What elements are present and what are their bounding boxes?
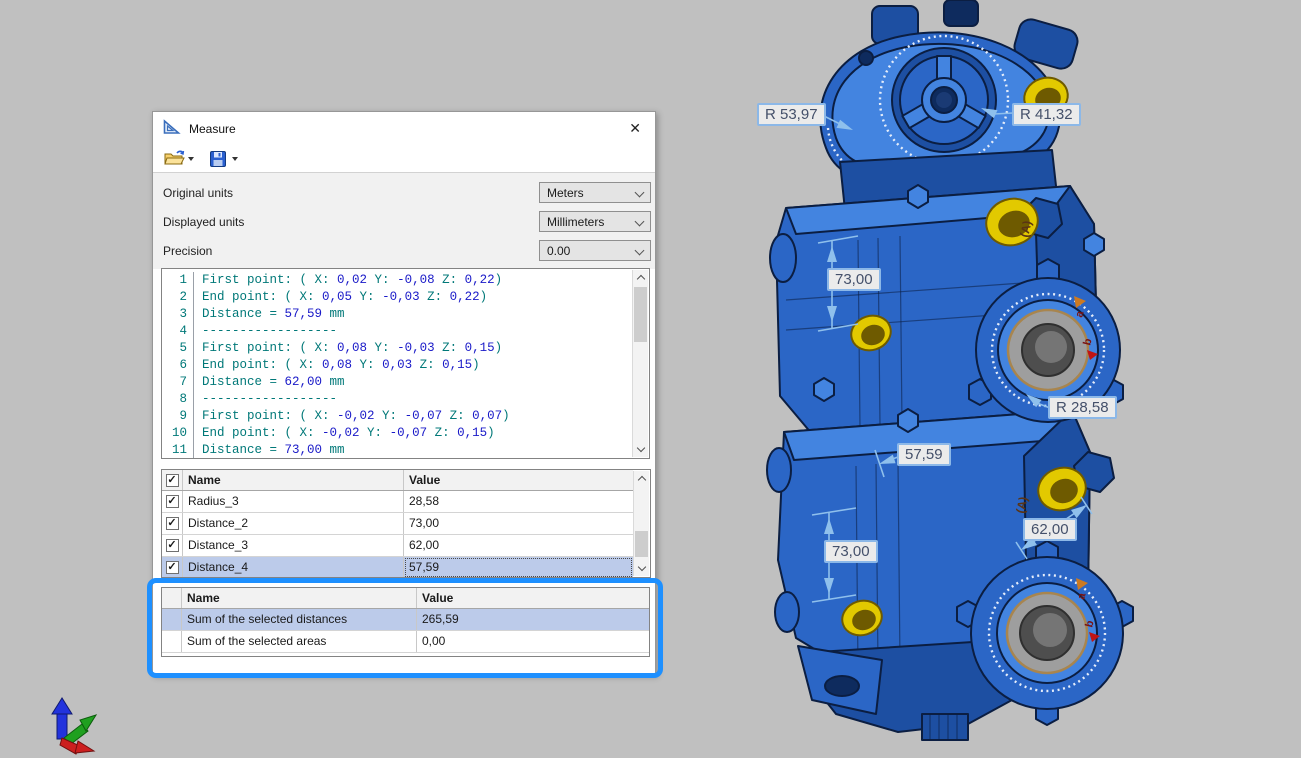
measurement-log[interactable]: 1First point: ( X: 0,02 Y: -0,08 Z: 0,22… bbox=[161, 268, 650, 459]
summary-value: 265,59 bbox=[417, 609, 649, 630]
precision-value: 0.00 bbox=[547, 244, 570, 258]
log-scrollbar[interactable] bbox=[632, 270, 648, 457]
scroll-down-button[interactable] bbox=[634, 561, 649, 576]
measurement-value: 73,00 bbox=[404, 513, 633, 534]
measure-icon bbox=[163, 119, 181, 138]
measure-dialog: Measure ✕ Original units M bbox=[152, 111, 656, 675]
scroll-up-button[interactable] bbox=[633, 270, 648, 285]
save-caret-icon[interactable] bbox=[232, 157, 238, 161]
value-column-header: Value bbox=[417, 588, 649, 608]
select-all-checkbox[interactable]: ✓ bbox=[162, 470, 183, 490]
measurement-row[interactable]: ✓Distance_362,00 bbox=[162, 535, 633, 557]
open-button[interactable] bbox=[162, 148, 186, 170]
measurement-row[interactable]: ✓Radius_328,58 bbox=[162, 491, 633, 513]
scroll-up-button[interactable] bbox=[634, 471, 649, 486]
scroll-down-button[interactable] bbox=[633, 442, 648, 457]
original-units-value: Meters bbox=[547, 186, 584, 200]
summary-row[interactable]: Sum of the selected areas0,00 bbox=[162, 631, 649, 653]
measurement-value: 28,58 bbox=[404, 491, 633, 512]
log-line: 2End point: ( X: 0,05 Y: -0,03 Z: 0,22) bbox=[162, 289, 649, 306]
dimension-label-radius-3[interactable]: R 28,58 bbox=[1048, 396, 1117, 419]
log-line: 10End point: ( X: -0,02 Y: -0,07 Z: 0,15… bbox=[162, 425, 649, 442]
row-checkbox[interactable]: ✓ bbox=[162, 557, 183, 578]
log-line: 9First point: ( X: -0,02 Y: -0,07 Z: 0,0… bbox=[162, 408, 649, 425]
chevron-down-icon bbox=[635, 246, 645, 256]
log-line: 11Distance = 73,00 mm bbox=[162, 442, 649, 459]
open-caret-icon[interactable] bbox=[188, 157, 194, 161]
chevron-down-icon bbox=[635, 217, 645, 227]
summary-row[interactable]: Sum of the selected distances265,59 bbox=[162, 609, 649, 631]
xyz-triad-icon[interactable] bbox=[52, 698, 96, 754]
summary-name: Sum of the selected areas bbox=[182, 631, 417, 652]
measurement-row[interactable]: ✓Distance_273,00 bbox=[162, 513, 633, 535]
results-scrollbar[interactable] bbox=[633, 471, 649, 576]
dimension-label-distance-2b[interactable]: 73,00 bbox=[824, 540, 878, 563]
summary-header-spacer bbox=[162, 588, 182, 608]
precision-dropdown[interactable]: 0.00 bbox=[539, 240, 651, 261]
summary-table-header: Name Value bbox=[162, 588, 649, 609]
original-units-dropdown[interactable]: Meters bbox=[539, 182, 651, 203]
log-line: 1First point: ( X: 0,02 Y: -0,08 Z: 0,22… bbox=[162, 272, 649, 289]
log-line: 5First point: ( X: 0,08 Y: -0,03 Z: 0,15… bbox=[162, 340, 649, 357]
measurement-value: 57,59 bbox=[404, 557, 633, 578]
dialog-titlebar[interactable]: Measure ✕ bbox=[153, 112, 655, 145]
row-checkbox[interactable]: ✓ bbox=[162, 513, 183, 534]
scrollbar-thumb[interactable] bbox=[635, 531, 648, 557]
row-checkbox[interactable]: ✓ bbox=[162, 491, 183, 512]
log-line: 6End point: ( X: 0,08 Y: 0,03 Z: 0,15) bbox=[162, 357, 649, 374]
precision-label: Precision bbox=[163, 244, 212, 258]
summary-row-spacer bbox=[162, 631, 182, 652]
name-column-header: Name bbox=[182, 588, 417, 608]
displayed-units-value: Millimeters bbox=[547, 215, 604, 229]
open-folder-icon bbox=[164, 150, 185, 167]
save-floppy-icon bbox=[210, 151, 226, 167]
measurement-row[interactable]: ✓Distance_457,59 bbox=[162, 557, 633, 578]
measurement-value: 62,00 bbox=[404, 535, 633, 556]
dimension-label-radius-1[interactable]: R 53,97 bbox=[757, 103, 826, 126]
dimension-label-distance-2a[interactable]: 73,00 bbox=[827, 268, 881, 291]
summary-value: 0,00 bbox=[417, 631, 649, 652]
log-line: 3Distance = 57,59 mm bbox=[162, 306, 649, 323]
name-column-header[interactable]: Name bbox=[183, 470, 404, 490]
log-lines: 1First point: ( X: 0,02 Y: -0,08 Z: 0,22… bbox=[162, 272, 649, 459]
dimension-label-distance-4[interactable]: 57,59 bbox=[897, 443, 951, 466]
dialog-toolbar bbox=[153, 145, 655, 173]
close-icon[interactable]: ✕ bbox=[625, 120, 645, 137]
log-line: 7Distance = 62,00 mm bbox=[162, 374, 649, 391]
displayed-units-label: Displayed units bbox=[163, 215, 244, 229]
value-column-header[interactable]: Value bbox=[404, 470, 633, 490]
units-form: Original units Meters Displayed units Mi… bbox=[153, 173, 655, 269]
dimension-label-radius-2[interactable]: R 41,32 bbox=[1012, 103, 1081, 126]
row-checkbox[interactable]: ✓ bbox=[162, 535, 183, 556]
log-line: 4------------------ bbox=[162, 323, 649, 340]
measurement-name: Distance_3 bbox=[183, 535, 404, 556]
measurement-name: Radius_3 bbox=[183, 491, 404, 512]
dialog-title: Measure bbox=[189, 122, 236, 136]
save-button[interactable] bbox=[206, 148, 230, 170]
results-table: ✓ Name Value ✓Radius_328,58✓Distance_273… bbox=[161, 469, 651, 578]
summary-name: Sum of the selected distances bbox=[182, 609, 417, 630]
displayed-units-dropdown[interactable]: Millimeters bbox=[539, 211, 651, 232]
measurement-name: Distance_4 bbox=[183, 557, 404, 578]
log-line: 8------------------ bbox=[162, 391, 649, 408]
dimension-label-distance-3[interactable]: 62,00 bbox=[1023, 518, 1077, 541]
summary-row-spacer bbox=[162, 609, 182, 630]
chevron-down-icon bbox=[635, 188, 645, 198]
measurement-name: Distance_2 bbox=[183, 513, 404, 534]
original-units-label: Original units bbox=[163, 186, 233, 200]
results-table-header: ✓ Name Value bbox=[162, 470, 633, 491]
scrollbar-thumb[interactable] bbox=[634, 287, 647, 342]
summary-table: Name Value Sum of the selected distances… bbox=[161, 587, 650, 657]
